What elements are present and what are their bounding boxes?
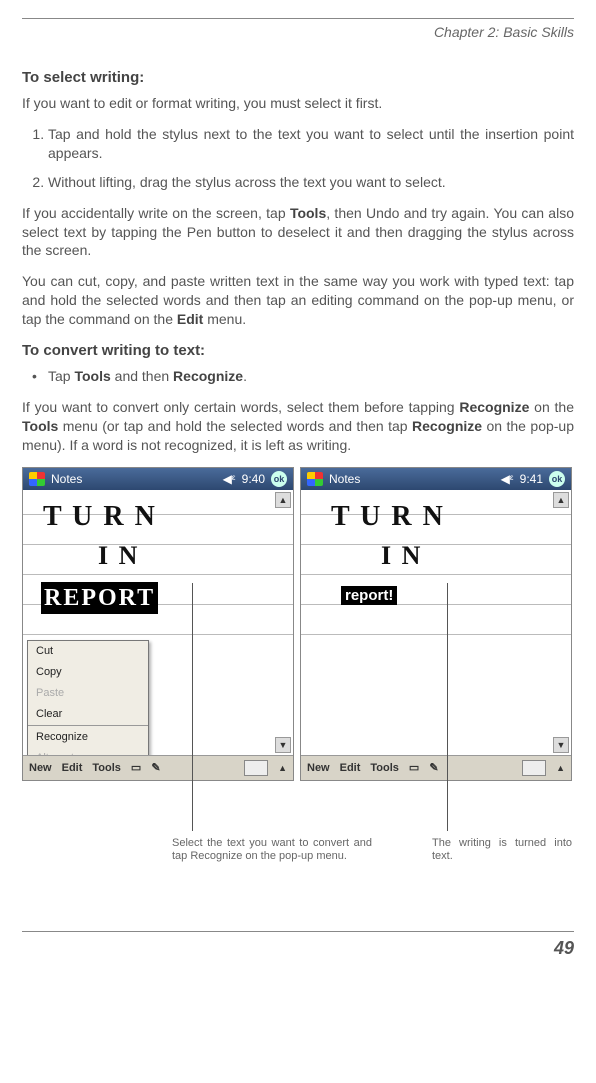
sound-icon[interactable]: ◀ᵋ: [501, 471, 514, 487]
page-number: 49: [22, 931, 574, 960]
leader-line-left: [192, 583, 193, 831]
scroll-down-icon[interactable]: ▼: [553, 737, 569, 753]
steps-list: Tap and hold the stylus next to the text…: [22, 125, 574, 192]
scroll-up-icon[interactable]: ▲: [553, 492, 569, 508]
section-title-convert-writing: To convert writing to text:: [22, 341, 574, 361]
clock-time: 9:40: [242, 471, 265, 487]
titlebar-left: Notes ◀ᵋ 9:40 ok: [23, 468, 293, 490]
chapter-header: Chapter 2: Basic Skills: [22, 23, 574, 42]
bullet-tools-recognize: Tap Tools and then Recognize.: [48, 367, 574, 386]
leader-line-right: [447, 583, 448, 831]
keyboard-icon[interactable]: [522, 760, 546, 776]
keyboard-icon[interactable]: [244, 760, 268, 776]
menu-alternates: Alternates...: [28, 748, 148, 755]
context-menu: Cut Copy Paste Clear Recognize Alternate…: [27, 640, 149, 755]
writing-canvas-right[interactable]: ▲ ▼ T U R N I N report!: [301, 490, 571, 755]
app-title: Notes: [51, 471, 82, 487]
menu-clear[interactable]: Clear: [28, 704, 148, 725]
cassette-icon[interactable]: ▭: [131, 761, 141, 776]
titlebar-right: Notes ◀ᵋ 9:41 ok: [301, 468, 571, 490]
menu-copy[interactable]: Copy: [28, 662, 148, 683]
convert-certain-words-paragraph: If you want to convert only certain word…: [22, 398, 574, 455]
accidental-write-paragraph: If you accidentally write on the screen,…: [22, 204, 574, 261]
handwriting-line2: I N: [98, 538, 139, 573]
cassette-icon[interactable]: ▭: [409, 761, 419, 776]
start-icon[interactable]: [307, 472, 323, 486]
arrow-up-icon[interactable]: ▲: [278, 762, 287, 774]
scroll-up-icon[interactable]: ▲: [275, 492, 291, 508]
intro-paragraph: If you want to edit or format writing, y…: [22, 94, 574, 113]
handwriting-line2: I N: [381, 538, 422, 573]
start-icon[interactable]: [29, 472, 45, 486]
sound-icon[interactable]: ◀ᵋ: [223, 471, 236, 487]
menu-divider: [28, 725, 148, 726]
scroll-down-icon[interactable]: ▼: [275, 737, 291, 753]
toolbar-edit[interactable]: Edit: [62, 761, 83, 776]
converted-text-report: report!: [341, 586, 397, 607]
step-2: Without lifting, drag the stylus across …: [48, 173, 574, 192]
bottom-toolbar-right: New Edit Tools ▭ ✎ ▲: [301, 755, 571, 780]
screenshot-left: Notes ◀ᵋ 9:40 ok ▲ ▼ T U R N I N REPORT …: [22, 467, 294, 781]
handwriting-selected-report: REPORT: [41, 582, 158, 614]
handwriting-line1: T U R N: [331, 498, 445, 536]
bottom-toolbar-left: New Edit Tools ▭ ✎ ▲: [23, 755, 293, 780]
toolbar-tools[interactable]: Tools: [370, 761, 399, 776]
menu-paste: Paste: [28, 683, 148, 704]
writing-canvas-left[interactable]: ▲ ▼ T U R N I N REPORT Cut Copy Paste Cl…: [23, 490, 293, 755]
screenshot-right: Notes ◀ᵋ 9:41 ok ▲ ▼ T U R N I N report!: [300, 467, 572, 781]
toolbar-tools[interactable]: Tools: [92, 761, 121, 776]
menu-cut[interactable]: Cut: [28, 641, 148, 662]
callouts: Select the text you want to convert and …: [22, 781, 574, 901]
app-title: Notes: [329, 471, 360, 487]
pen-icon[interactable]: ✎: [429, 761, 438, 776]
bullet-list: Tap Tools and then Recognize.: [22, 367, 574, 386]
arrow-up-icon[interactable]: ▲: [556, 762, 565, 774]
step-1: Tap and hold the stylus next to the text…: [48, 125, 574, 163]
toolbar-edit[interactable]: Edit: [340, 761, 361, 776]
menu-recognize[interactable]: Recognize: [28, 727, 148, 748]
figure-container: Notes ◀ᵋ 9:40 ok ▲ ▼ T U R N I N REPORT …: [22, 467, 574, 781]
clock-time: 9:41: [520, 471, 543, 487]
toolbar-new[interactable]: New: [307, 761, 330, 776]
caption-right: The writing is turned into text.: [432, 837, 572, 863]
cut-copy-paste-paragraph: You can cut, copy, and paste written tex…: [22, 272, 574, 329]
toolbar-new[interactable]: New: [29, 761, 52, 776]
section-title-select-writing: To select writing:: [22, 68, 574, 88]
ok-button[interactable]: ok: [271, 471, 287, 487]
handwriting-line1: T U R N: [43, 498, 157, 536]
caption-left: Select the text you want to convert and …: [172, 837, 372, 863]
pen-icon[interactable]: ✎: [151, 761, 160, 776]
ok-button[interactable]: ok: [549, 471, 565, 487]
